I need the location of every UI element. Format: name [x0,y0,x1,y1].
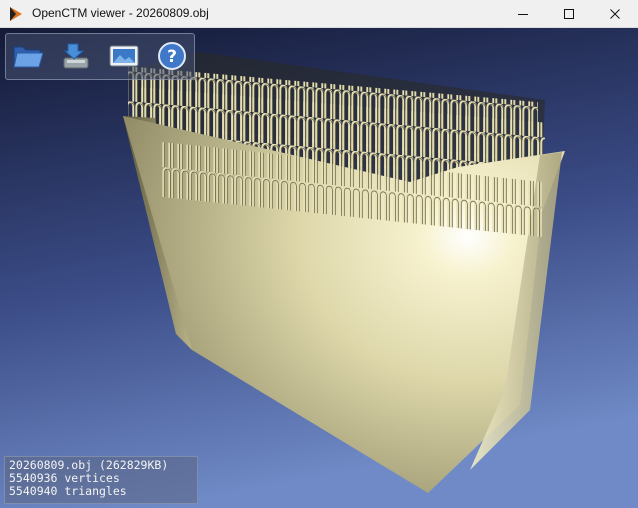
maximize-icon [564,9,574,19]
app-play-icon [10,7,22,21]
triangle-count-text: 5540940 triangles [9,484,127,498]
minimize-icon [518,14,528,15]
help-button[interactable]: ? [154,39,190,73]
save-file-button[interactable] [58,39,94,73]
maximize-button[interactable] [546,0,592,28]
toolbar: ? [5,33,195,80]
model-info-panel: 20260809.obj (262829KB) 5540936 vertices… [4,456,198,504]
title-bar: OpenCTM viewer - 20260809.obj [0,0,638,28]
3d-viewport[interactable] [0,28,638,508]
image-icon [109,45,139,67]
app-window: OpenCTM viewer - 20260809.obj ? 20260809… [0,0,638,508]
close-button[interactable] [592,0,638,28]
folder-open-icon [13,46,44,68]
open-file-button[interactable] [10,39,46,73]
texture-button[interactable] [106,39,142,73]
close-icon [610,9,620,19]
window-title: OpenCTM viewer - 20260809.obj [32,6,209,20]
minimize-button[interactable] [500,0,546,28]
help-icon: ? [158,42,186,70]
svg-text:?: ? [167,47,177,67]
save-download-icon [63,43,89,69]
